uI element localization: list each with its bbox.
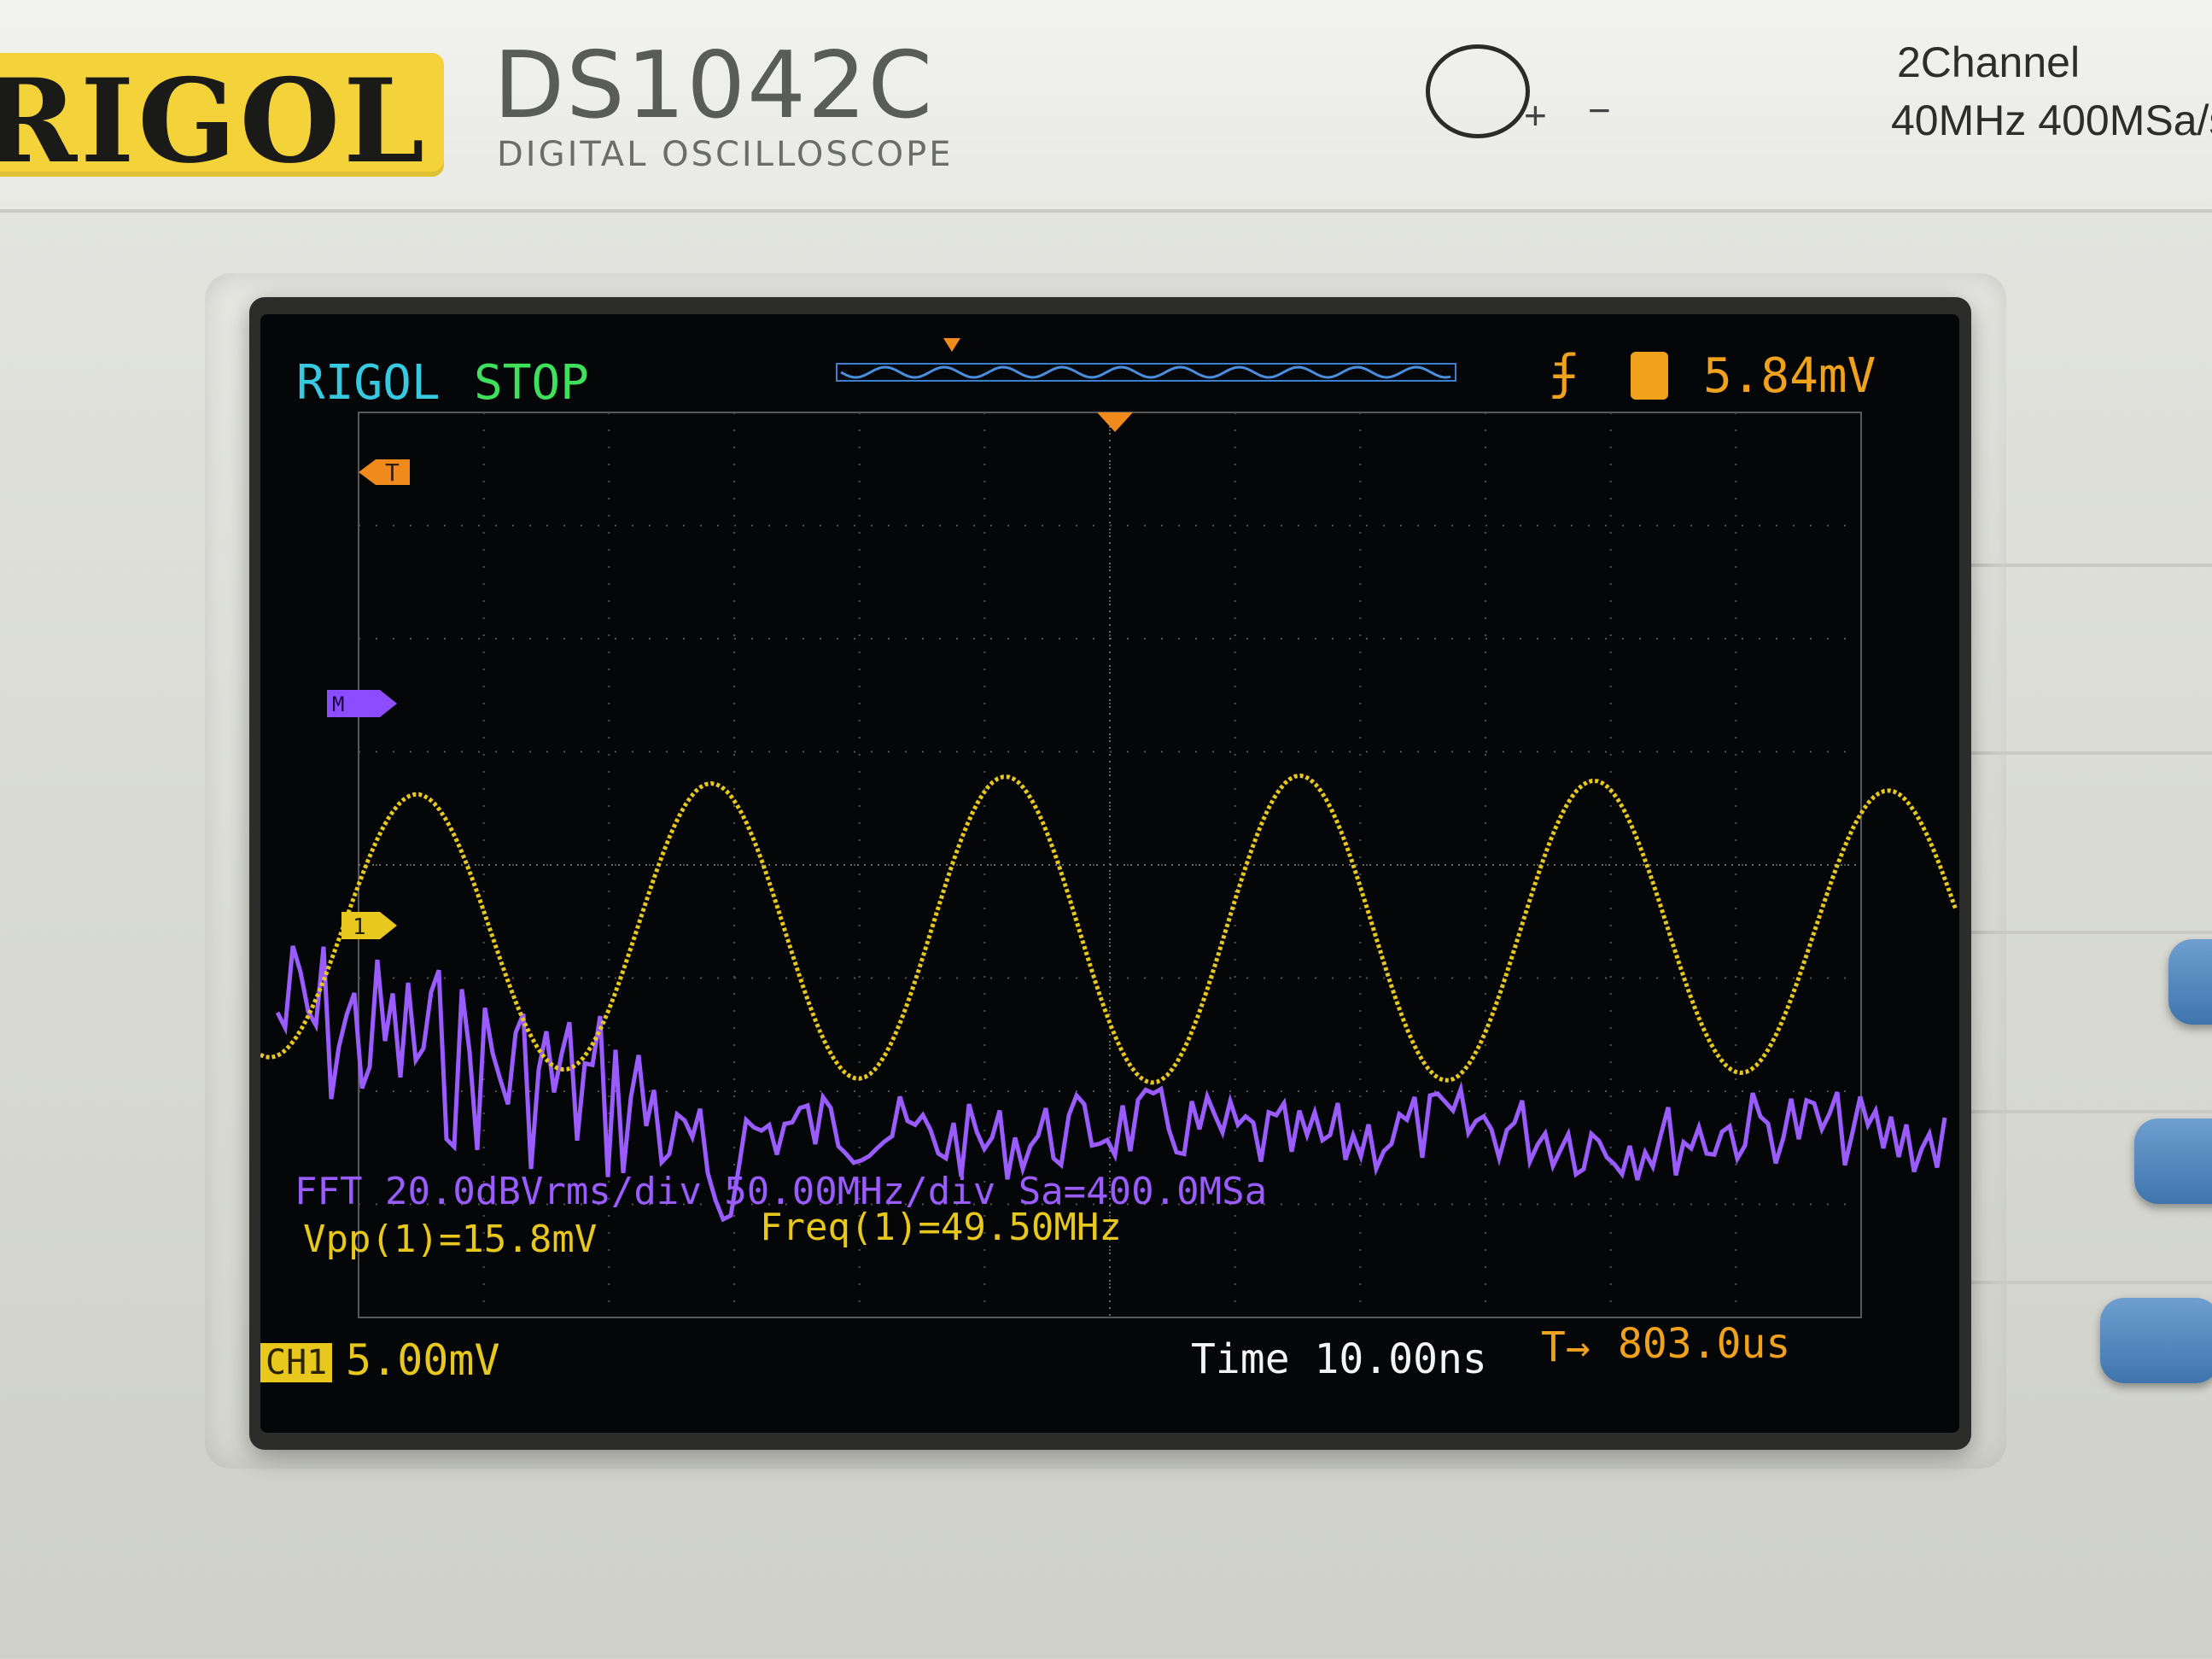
screen-brand: RIGOL bbox=[296, 355, 441, 411]
ch1-label: CH1 bbox=[260, 1343, 333, 1382]
power-knob-icon[interactable] bbox=[1426, 44, 1530, 138]
run-state: STOP bbox=[474, 355, 589, 411]
trigger-position-marker bbox=[1097, 412, 1133, 432]
time-base: Time 10.00ns bbox=[1191, 1335, 1487, 1383]
trigger-offset-icon: T→ bbox=[1541, 1323, 1590, 1371]
spec-channels: 2Channel bbox=[1897, 38, 2081, 86]
plus-icon: + bbox=[1524, 93, 1547, 137]
model-name: DS1042C bbox=[493, 32, 934, 139]
spec-bandwidth: 40MHz 400MSa/s bbox=[1891, 96, 2212, 144]
svg-text:T: T bbox=[385, 459, 400, 487]
trigger-source-icon bbox=[1631, 352, 1668, 400]
softkey-button-3[interactable] bbox=[2168, 939, 2212, 1025]
trigger-edge-icon: ʄ bbox=[1550, 345, 1579, 400]
vpp-measurement: Vpp(1)=15.8mV bbox=[303, 1218, 598, 1261]
softkey-button-4[interactable] bbox=[2134, 1119, 2212, 1204]
top-panel: RIGOL DS1042C DIGITAL OSCILLOSCOPE + − 2… bbox=[0, 0, 2212, 213]
device-subtitle: DIGITAL OSCILLOSCOPE bbox=[497, 135, 954, 174]
brand-logo: RIGOL bbox=[0, 53, 429, 189]
ch1-scale: 5.00mV bbox=[346, 1335, 500, 1385]
display-graphics: T M 1 bbox=[260, 338, 1958, 1318]
trigger-level: 5.84mV bbox=[1703, 348, 1876, 404]
freq-measurement: Freq(1)=49.50MHz bbox=[760, 1206, 1122, 1249]
memory-trigger-marker bbox=[943, 338, 960, 352]
trigger-offset: 803.0us bbox=[1618, 1320, 1791, 1368]
minus-icon: − bbox=[1588, 88, 1611, 132]
trigger-level-marker: T bbox=[359, 459, 410, 487]
svg-text:1: 1 bbox=[353, 914, 366, 940]
oscilloscope-display: T M 1 RIGOL STOP ʄ 5.84mV FFT 20.0dBVrms… bbox=[260, 314, 1959, 1433]
svg-text:M: M bbox=[332, 692, 344, 716]
softkey-button-5[interactable] bbox=[2100, 1298, 2212, 1383]
memory-waveform bbox=[840, 365, 1451, 379]
ch1-ground-marker: 1 bbox=[341, 912, 397, 940]
math-channel-marker: M bbox=[327, 690, 397, 717]
